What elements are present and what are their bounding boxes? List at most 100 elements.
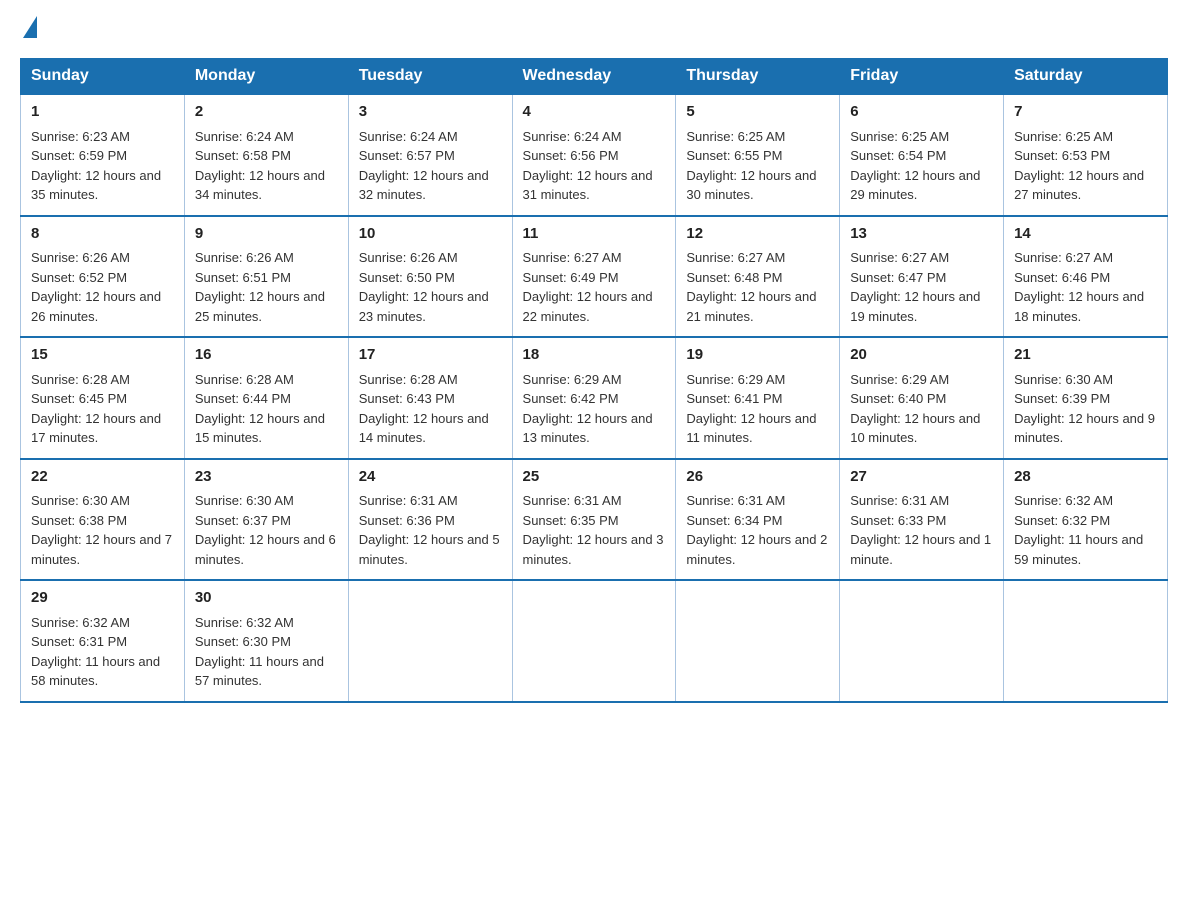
day-number: 22 <box>31 466 174 489</box>
calendar-cell: 7Sunrise: 6:25 AMSunset: 6:53 PMDaylight… <box>1004 94 1168 216</box>
daylight-label: Daylight: 12 hours and 5 minutes. <box>359 532 500 567</box>
sunset-label: Sunset: 6:31 PM <box>31 634 127 649</box>
day-number: 3 <box>359 101 502 124</box>
weekday-header-row: SundayMondayTuesdayWednesdayThursdayFrid… <box>21 59 1168 95</box>
calendar-cell: 12Sunrise: 6:27 AMSunset: 6:48 PMDayligh… <box>676 216 840 338</box>
day-number: 28 <box>1014 466 1157 489</box>
calendar-cell: 22Sunrise: 6:30 AMSunset: 6:38 PMDayligh… <box>21 459 185 581</box>
day-number: 14 <box>1014 223 1157 246</box>
sunrise-label: Sunrise: 6:25 AM <box>850 129 949 144</box>
sunrise-label: Sunrise: 6:23 AM <box>31 129 130 144</box>
calendar-cell: 23Sunrise: 6:30 AMSunset: 6:37 PMDayligh… <box>184 459 348 581</box>
day-number: 21 <box>1014 344 1157 367</box>
day-number: 19 <box>686 344 829 367</box>
calendar-cell: 5Sunrise: 6:25 AMSunset: 6:55 PMDaylight… <box>676 94 840 216</box>
sunset-label: Sunset: 6:47 PM <box>850 270 946 285</box>
calendar-header: SundayMondayTuesdayWednesdayThursdayFrid… <box>21 59 1168 95</box>
calendar-cell: 18Sunrise: 6:29 AMSunset: 6:42 PMDayligh… <box>512 337 676 459</box>
weekday-header-sunday: Sunday <box>21 59 185 95</box>
day-number: 20 <box>850 344 993 367</box>
weekday-header-thursday: Thursday <box>676 59 840 95</box>
daylight-label: Daylight: 12 hours and 23 minutes. <box>359 289 489 324</box>
sunrise-label: Sunrise: 6:27 AM <box>850 250 949 265</box>
daylight-label: Daylight: 12 hours and 9 minutes. <box>1014 411 1155 446</box>
sunrise-label: Sunrise: 6:32 AM <box>31 615 130 630</box>
sunset-label: Sunset: 6:58 PM <box>195 148 291 163</box>
sunset-label: Sunset: 6:35 PM <box>523 513 619 528</box>
weekday-header-saturday: Saturday <box>1004 59 1168 95</box>
daylight-label: Daylight: 11 hours and 59 minutes. <box>1014 532 1143 567</box>
daylight-label: Daylight: 12 hours and 22 minutes. <box>523 289 653 324</box>
calendar-week-row: 8 Sunrise: 6:26 AM Sunset: 6:52 PM Daylight… <box>21 216 1168 338</box>
sunset-label: Sunset: 6:57 PM <box>359 148 455 163</box>
day-number: 1 <box>31 101 174 124</box>
day-number: 2 <box>195 101 338 124</box>
sunset-label: Sunset: 6:30 PM <box>195 634 291 649</box>
calendar-cell: 8 Sunrise: 6:26 AM Sunset: 6:52 PM Daylight… <box>21 216 185 338</box>
daylight-label: Daylight: 12 hours and 3 minutes. <box>523 532 664 567</box>
sunrise-label: Sunrise: 6:30 AM <box>1014 372 1113 387</box>
day-number: 15 <box>31 344 174 367</box>
weekday-header-friday: Friday <box>840 59 1004 95</box>
sunset-label: Sunset: 6:32 PM <box>1014 513 1110 528</box>
sunset-label: Sunset: 6:36 PM <box>359 513 455 528</box>
calendar-cell <box>840 580 1004 702</box>
daylight-label: Daylight: 12 hours and 35 minutes. <box>31 168 161 203</box>
daylight-label: Daylight: 12 hours and 26 minutes. <box>31 289 161 324</box>
sunrise-label: Sunrise: 6:31 AM <box>359 493 458 508</box>
sunrise-label: Sunrise: 6:26 AM <box>31 250 130 265</box>
daylight-label: Daylight: 12 hours and 17 minutes. <box>31 411 161 446</box>
sunset-label: Sunset: 6:56 PM <box>523 148 619 163</box>
day-number: 29 <box>31 587 174 610</box>
day-number: 18 <box>523 344 666 367</box>
daylight-label: Daylight: 11 hours and 57 minutes. <box>195 654 324 689</box>
day-number: 8 <box>31 223 174 246</box>
calendar-cell: 13Sunrise: 6:27 AMSunset: 6:47 PMDayligh… <box>840 216 1004 338</box>
calendar-cell: 11Sunrise: 6:27 AMSunset: 6:49 PMDayligh… <box>512 216 676 338</box>
day-number: 24 <box>359 466 502 489</box>
sunrise-label: Sunrise: 6:26 AM <box>359 250 458 265</box>
daylight-label: Daylight: 12 hours and 14 minutes. <box>359 411 489 446</box>
daylight-label: Daylight: 12 hours and 30 minutes. <box>686 168 816 203</box>
day-number: 7 <box>1014 101 1157 124</box>
calendar-cell: 6Sunrise: 6:25 AMSunset: 6:54 PMDaylight… <box>840 94 1004 216</box>
sunrise-label: Sunrise: 6:25 AM <box>1014 129 1113 144</box>
day-number: 17 <box>359 344 502 367</box>
day-number: 25 <box>523 466 666 489</box>
calendar-cell: 28 Sunrise: 6:32 AM Sunset: 6:32 PM Dayligh… <box>1004 459 1168 581</box>
sunset-label: Sunset: 6:42 PM <box>523 391 619 406</box>
calendar-cell: 30Sunrise: 6:32 AMSunset: 6:30 PMDayligh… <box>184 580 348 702</box>
daylight-label: Daylight: 12 hours and 32 minutes. <box>359 168 489 203</box>
sunrise-label: Sunrise: 6:31 AM <box>850 493 949 508</box>
calendar-cell: 16Sunrise: 6:28 AMSunset: 6:44 PMDayligh… <box>184 337 348 459</box>
calendar-cell: 21Sunrise: 6:30 AMSunset: 6:39 PMDayligh… <box>1004 337 1168 459</box>
sunrise-label: Sunrise: 6:29 AM <box>523 372 622 387</box>
calendar-cell: 19Sunrise: 6:29 AMSunset: 6:41 PMDayligh… <box>676 337 840 459</box>
page-header <box>20 20 1168 38</box>
calendar-cell: 29Sunrise: 6:32 AMSunset: 6:31 PMDayligh… <box>21 580 185 702</box>
daylight-label: Daylight: 12 hours and 7 minutes. <box>31 532 172 567</box>
sunset-label: Sunset: 6:54 PM <box>850 148 946 163</box>
day-number: 6 <box>850 101 993 124</box>
calendar-body: 1Sunrise: 6:23 AMSunset: 6:59 PMDaylight… <box>21 94 1168 702</box>
sunset-label: Sunset: 6:44 PM <box>195 391 291 406</box>
sunset-label: Sunset: 6:52 PM <box>31 270 127 285</box>
sunset-label: Sunset: 6:37 PM <box>195 513 291 528</box>
daylight-label: Daylight: 12 hours and 31 minutes. <box>523 168 653 203</box>
sunset-label: Sunset: 6:40 PM <box>850 391 946 406</box>
sunrise-label: Sunrise: 6:30 AM <box>195 493 294 508</box>
calendar-cell: 25Sunrise: 6:31 AMSunset: 6:35 PMDayligh… <box>512 459 676 581</box>
daylight-label: Daylight: 12 hours and 27 minutes. <box>1014 168 1144 203</box>
daylight-label: Daylight: 12 hours and 10 minutes. <box>850 411 980 446</box>
sunrise-label: Sunrise: 6:24 AM <box>523 129 622 144</box>
sunset-label: Sunset: 6:34 PM <box>686 513 782 528</box>
sunrise-label: Sunrise: 6:31 AM <box>686 493 785 508</box>
sunset-label: Sunset: 6:48 PM <box>686 270 782 285</box>
calendar-cell: 24 Sunrise: 6:31 AM Sunset: 6:36 PM Dayligh… <box>348 459 512 581</box>
calendar-cell <box>348 580 512 702</box>
day-number: 10 <box>359 223 502 246</box>
sunrise-label: Sunrise: 6:32 AM <box>1014 493 1113 508</box>
sunrise-label: Sunrise: 6:29 AM <box>850 372 949 387</box>
daylight-label: Daylight: 12 hours and 15 minutes. <box>195 411 325 446</box>
calendar-cell: 27Sunrise: 6:31 AMSunset: 6:33 PMDayligh… <box>840 459 1004 581</box>
